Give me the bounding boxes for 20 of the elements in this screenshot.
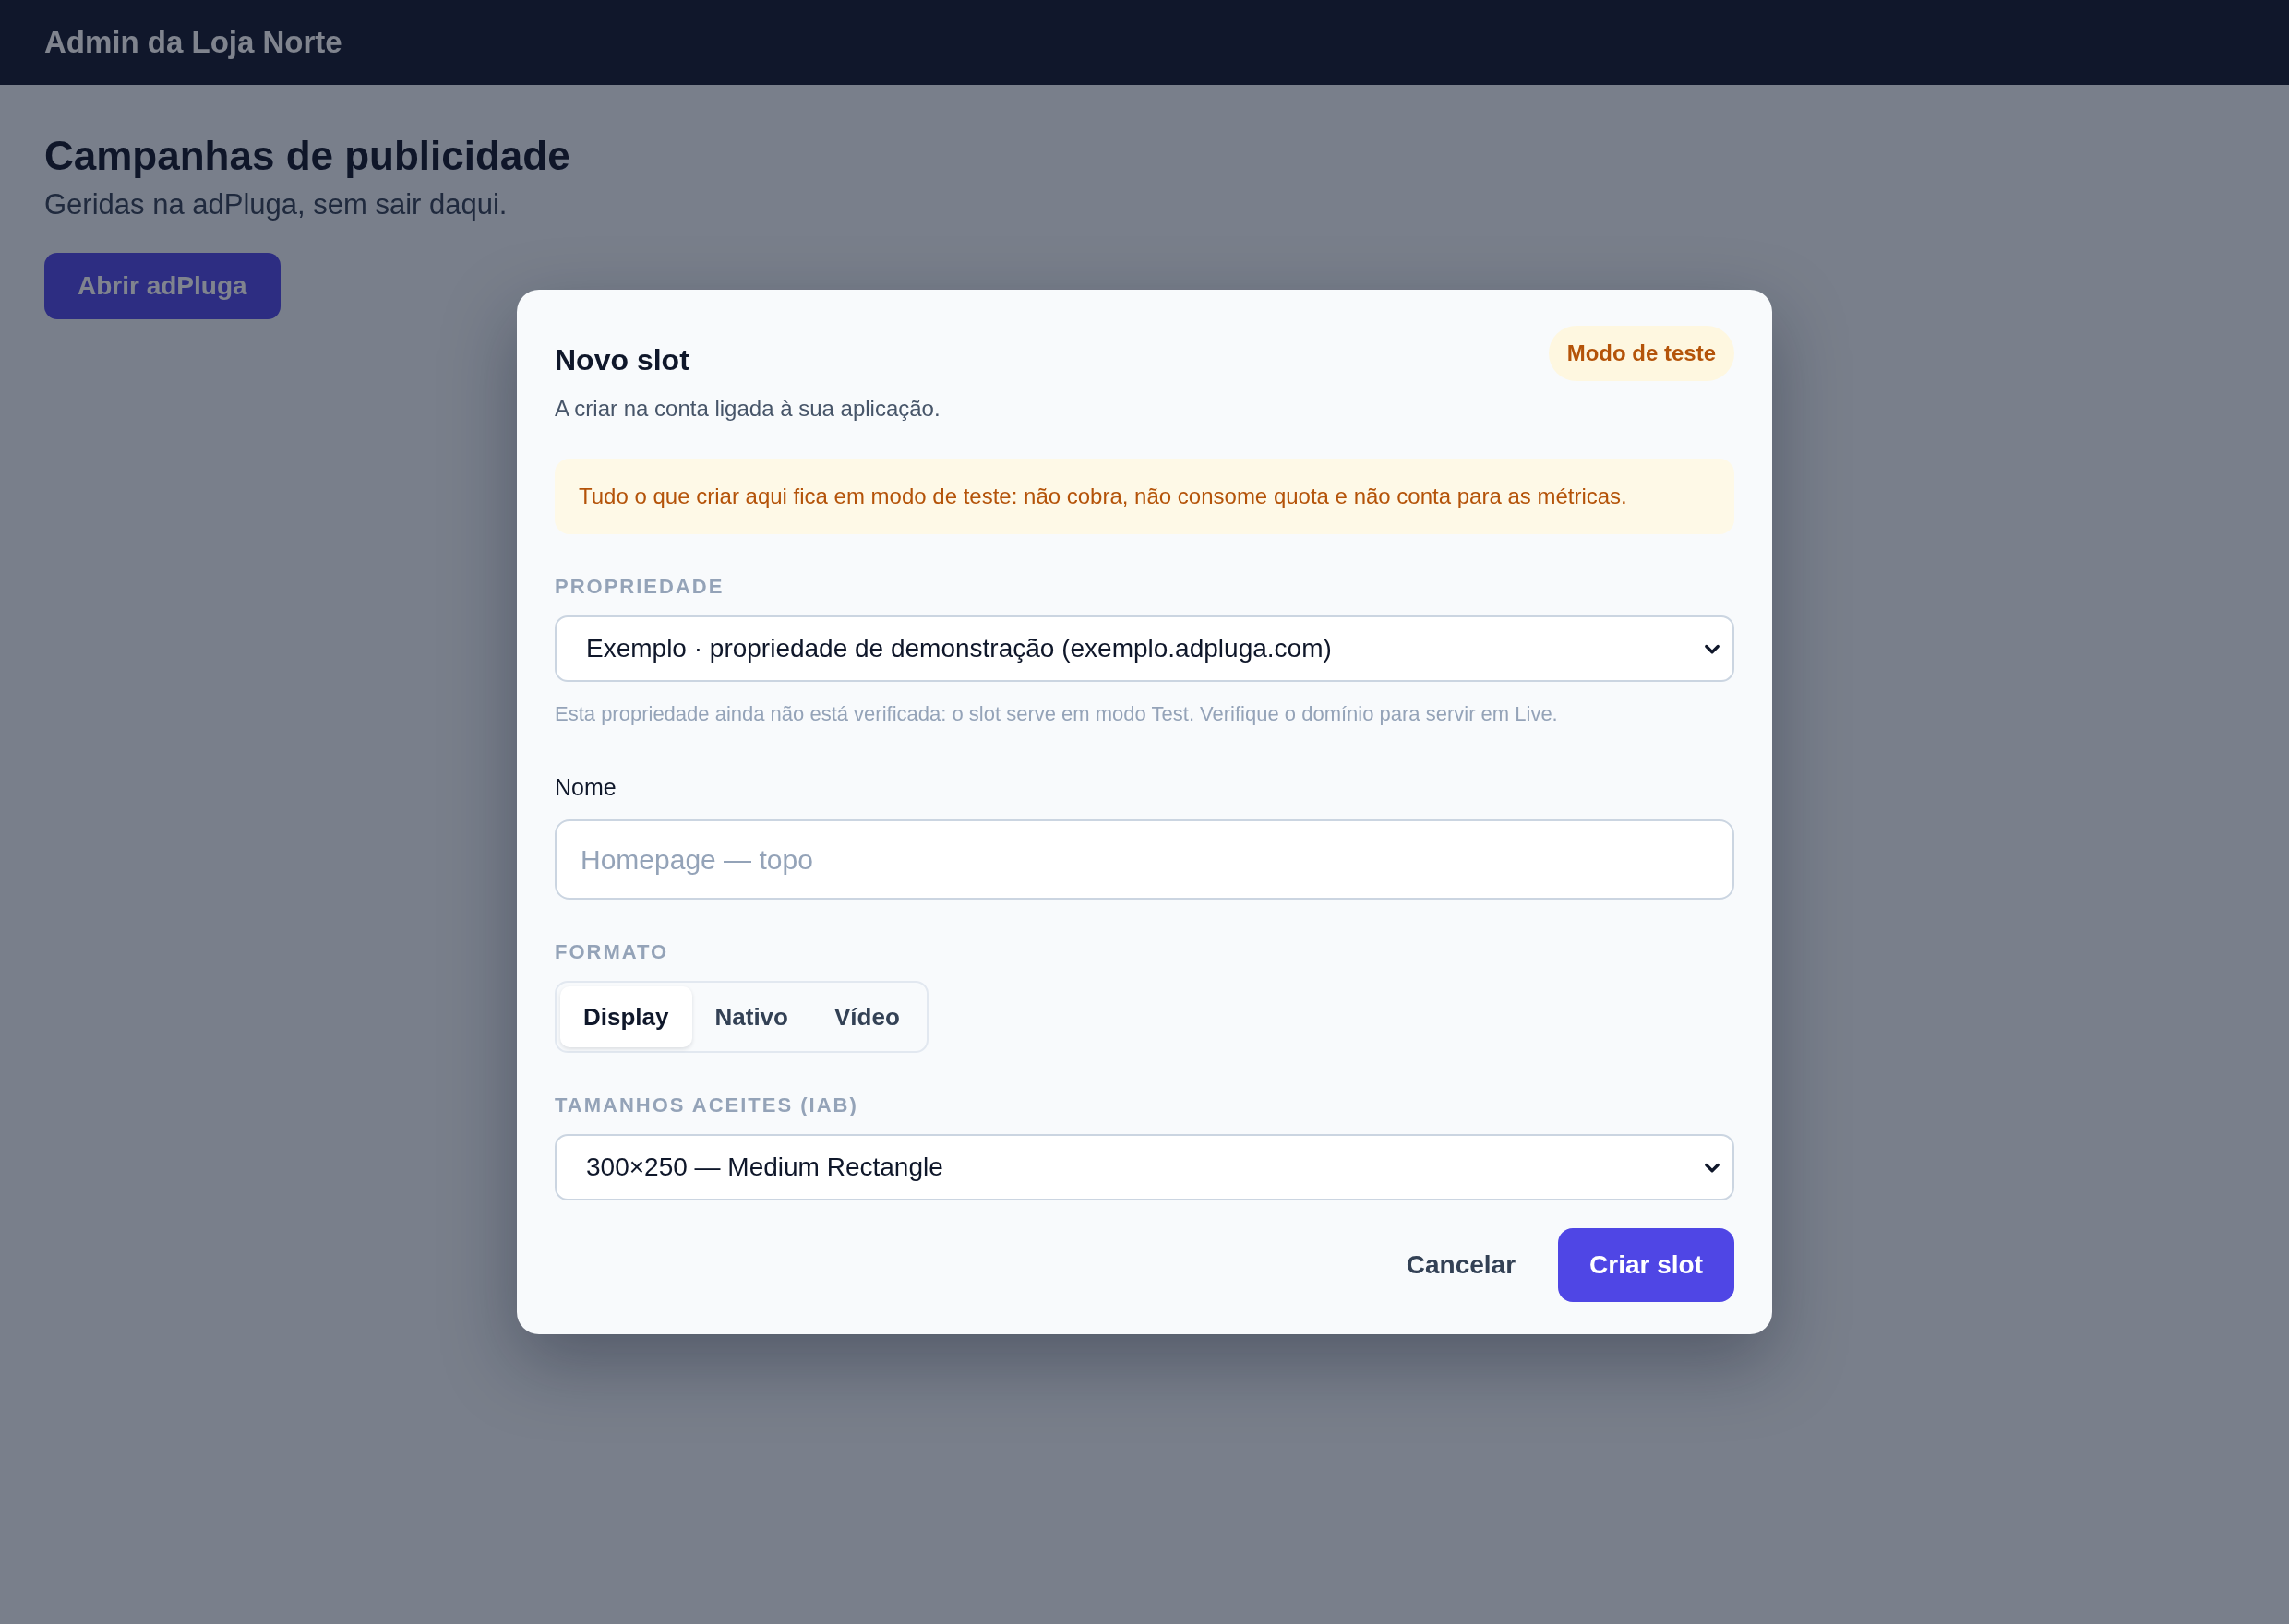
app-title: Admin da Loja Norte — [44, 25, 342, 60]
name-field[interactable]: Homepage — topo — [555, 819, 1734, 900]
field-label: Nome — [555, 774, 617, 801]
format-option[interactable]: Vídeo — [810, 986, 923, 1047]
warning-notice: Tudo o que criar aqui fica em modo de teste: não cobra, não consome quota e não conta para as métricas. — [555, 459, 1734, 534]
page-subtitle: Geridas na adPluga, sem sair daqui. — [44, 188, 508, 221]
page-title: Campanhas de publicidade — [44, 133, 570, 179]
field-label: PROPRIEDADE — [555, 575, 725, 599]
field-label: FORMATO — [555, 940, 670, 964]
property-select[interactable]: Exemplo · propriedade de demonstração (exemplo.adpluga.com) — [555, 615, 1734, 682]
field-label: TAMANHOS ACEITES (IAB) — [555, 1093, 859, 1117]
status-badge: Modo de teste — [1548, 326, 1734, 381]
format-option[interactable]: Nativo — [691, 986, 811, 1047]
format-option[interactable]: Display — [560, 986, 692, 1047]
size-select[interactable]: 300×250 — Medium Rectangle — [555, 1134, 1734, 1200]
dialog-title: Novo slot — [555, 343, 690, 377]
cancel-button[interactable]: Cancelar — [1393, 1228, 1529, 1302]
dialog-subtitle: A criar na conta ligada à sua aplicação. — [555, 396, 941, 422]
field-hint: Esta propriedade ainda não está verificada: o slot serve em modo Test. Verifique o domínio para servir em Live. — [555, 702, 1559, 726]
create-button[interactable]: Criar slot — [1558, 1228, 1734, 1302]
